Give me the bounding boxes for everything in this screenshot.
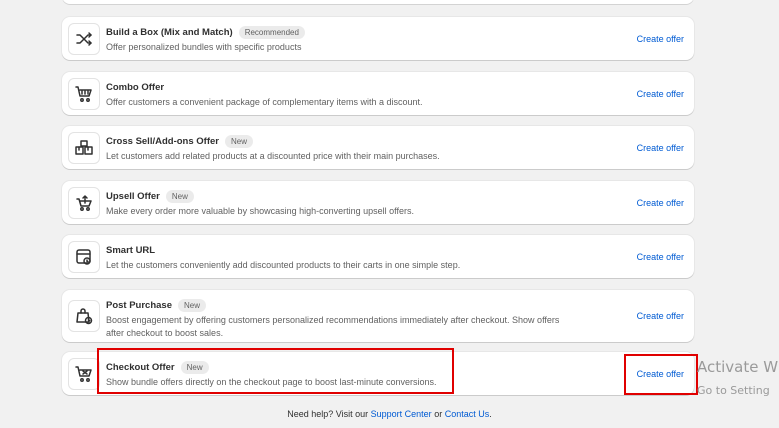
offer-card-upsell: Upsell Offer New Make every order more v… [62,181,694,224]
offer-card-checkout: Checkout Offer New Show bundle offers di… [62,352,694,395]
offer-card-combo: Combo Offer Offer customers a convenient… [62,72,694,115]
new-badge: New [178,298,207,312]
offer-description: Offer customers a convenient package of … [106,97,423,107]
offer-description: Show bundle offers directly on the check… [106,377,437,387]
contact-us-link[interactable]: Contact Us [445,409,490,419]
offer-description: Offer personalized bundles with specific… [106,42,302,52]
new-badge: New [180,360,209,374]
checkout-cart-icon [68,357,100,390]
offer-description: Let the customers conveniently add disco… [106,260,461,270]
help-prefix: Need help? Visit our [287,409,369,419]
help-footer: Need help? Visit our Support Center or C… [0,409,779,419]
offer-title: Cross Sell/Add-ons Offer [106,135,219,147]
support-center-link[interactable]: Support Center [371,409,432,419]
offer-description: Boost engagement by offering customers p… [106,315,560,338]
offer-card-smart-url: Smart URL Let the customers conveniently… [62,235,694,278]
create-offer-button[interactable]: Create offer [637,369,684,379]
offer-title: Build a Box (Mix and Match) [106,26,233,38]
create-offer-button[interactable]: Create offer [637,143,684,153]
recommended-badge: Recommended [238,25,305,39]
offer-title: Checkout Offer [106,361,175,373]
upsell-cart-icon [68,186,100,219]
offer-card-post-purchase: Post Purchase New Boost engagement by of… [62,290,694,342]
create-offer-button[interactable]: Create offer [637,311,684,321]
bag-clock-icon [68,300,100,332]
new-badge: New [224,134,253,148]
boxes-icon [68,131,100,164]
help-suffix: . [489,409,492,419]
create-offer-button[interactable]: Create offer [637,34,684,44]
link-window-icon [68,240,100,273]
offer-card-build-a-box: Build a Box (Mix and Match) Recommended … [62,17,694,60]
offer-description: Let customers add related products at a … [106,151,440,161]
create-offer-button[interactable]: Create offer [637,252,684,262]
offer-title: Combo Offer [106,81,165,93]
offer-title: Smart URL [106,244,156,256]
activate-windows-watermark: Activate W [697,358,779,376]
create-offer-button[interactable]: Create offer [637,89,684,99]
offer-description: Make every order more valuable by showca… [106,206,414,216]
new-badge: New [165,189,194,203]
previous-card-bottom [62,0,694,4]
shuffle-icon [68,22,100,55]
offer-title: Upsell Offer [106,190,160,202]
cart-icon [68,77,100,110]
create-offer-button[interactable]: Create offer [637,198,684,208]
offer-card-cross-sell: Cross Sell/Add-ons Offer New Let custome… [62,126,694,169]
help-or: or [434,409,443,419]
offer-title: Post Purchase [106,299,172,311]
go-to-settings-watermark: Go to Setting [697,384,770,397]
